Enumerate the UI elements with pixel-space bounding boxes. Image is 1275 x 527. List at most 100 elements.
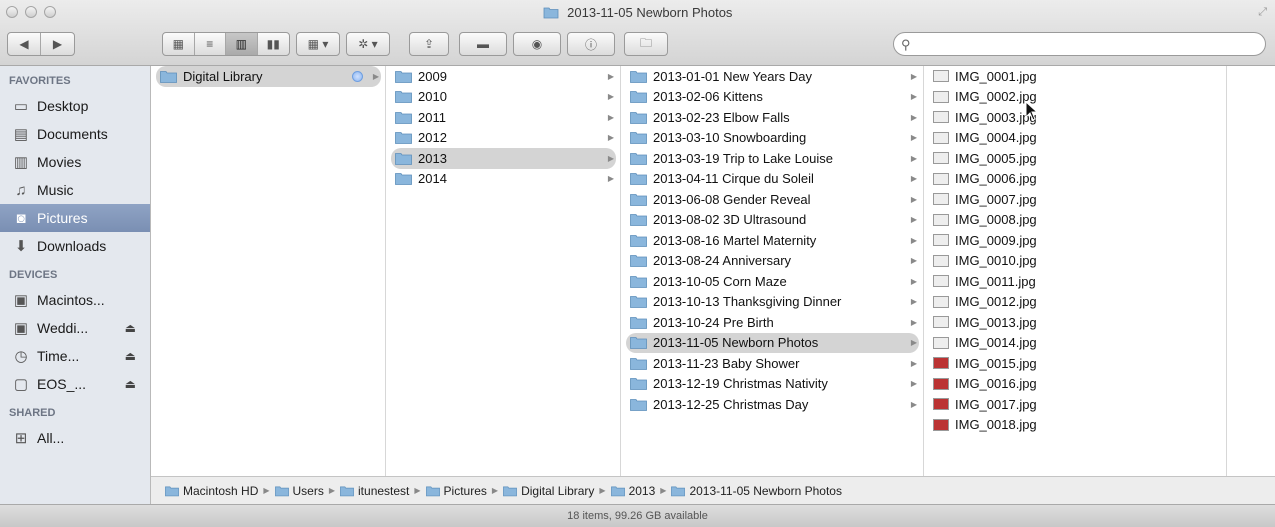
file-row[interactable]: IMG_0009.jpg [925, 230, 1226, 251]
folder-row[interactable]: 2009 ▶ [387, 66, 620, 87]
sidebar-item-eos[interactable]: ▢ EOS_... ⏏ [0, 370, 150, 398]
music-icon: ♫ [15, 181, 27, 199]
folder-row[interactable]: 2013-01-01 New Years Day ▶ [622, 66, 923, 87]
file-row[interactable]: IMG_0017.jpg [925, 394, 1226, 415]
sidebar-item-movies[interactable]: ▥ Movies [0, 148, 150, 176]
icon-view-icon[interactable]: ▦ [163, 33, 195, 55]
file-row[interactable]: IMG_0007.jpg [925, 189, 1226, 210]
share-button[interactable]: ⇪ [409, 32, 449, 56]
item-label: IMG_0012.jpg [955, 294, 1037, 310]
folder-row[interactable]: 2013-11-23 Baby Shower ▶ [622, 353, 923, 374]
sidebar-item-documents[interactable]: ▤ Documents [0, 120, 150, 148]
folder-row[interactable]: 2013-12-19 Christmas Nativity ▶ [622, 374, 923, 395]
arrange-button[interactable]: ▦ ▾ [296, 32, 340, 56]
info-button[interactable]: ⓘ [567, 32, 615, 56]
eject-icon[interactable]: ⏏ [125, 349, 136, 363]
folder-row[interactable]: 2013-06-08 Gender Reveal ▶ [622, 189, 923, 210]
sidebar-item-music[interactable]: ♫ Music [0, 176, 150, 204]
file-row[interactable]: IMG_0012.jpg [925, 292, 1226, 313]
search-input[interactable]: ⚲ [893, 32, 1266, 56]
back-arrow-icon[interactable]: ◀ [8, 33, 42, 55]
folder-row[interactable]: 2013 ▶ [391, 148, 616, 169]
new-folder-button[interactable]: 🗀 [624, 32, 668, 56]
item-label: 2013-11-23 Baby Shower [653, 355, 800, 371]
path-item[interactable]: 2013 [610, 484, 655, 498]
sidebar-item-downloads[interactable]: ⬇ Downloads [0, 232, 150, 260]
window-title-text: 2013-11-05 Newborn Photos [567, 5, 733, 20]
item-label: IMG_0009.jpg [955, 232, 1037, 248]
folder-row[interactable]: Digital Library ▶ [156, 66, 381, 87]
sidebar-item-shared-all[interactable]: ⊞ All... [0, 424, 150, 452]
folder-icon [395, 152, 412, 165]
movies-icon: ▥ [13, 154, 29, 171]
image-thumbnail-icon [933, 275, 949, 288]
action-button[interactable]: ✲ ▾ [346, 32, 390, 56]
disclosure-arrow-icon: ▶ [910, 92, 917, 102]
file-row[interactable]: IMG_0015.jpg [925, 353, 1226, 374]
item-label: 2013-03-19 Trip to Lake Louise [653, 150, 833, 166]
back-forward-control[interactable]: ◀ ▶ [7, 32, 75, 56]
window-title: 2013-11-05 Newborn Photos [0, 5, 1275, 20]
downloads-icon: ⬇ [14, 238, 28, 255]
sidebar-item-pictures[interactable]: ◙ Pictures [0, 204, 150, 232]
path-item[interactable]: 2013-11-05 Newborn Photos [671, 484, 842, 498]
eject-icon[interactable]: ⏏ [125, 321, 136, 335]
folder-row[interactable]: 2010 ▶ [387, 87, 620, 108]
file-row[interactable]: IMG_0013.jpg [925, 312, 1226, 333]
folder-row[interactable]: 2013-03-10 Snowboarding ▶ [622, 128, 923, 149]
file-row[interactable]: IMG_0016.jpg [925, 374, 1226, 395]
file-row[interactable]: IMG_0018.jpg [925, 415, 1226, 436]
folder-row[interactable]: 2013-08-24 Anniversary ▶ [622, 251, 923, 272]
path-item[interactable]: Users [274, 484, 324, 498]
path-item-label: itunestest [358, 483, 410, 498]
disclosure-arrow-icon: ▶ [607, 133, 614, 143]
file-row[interactable]: IMG_0008.jpg [925, 210, 1226, 231]
folder-row[interactable]: 2013-10-13 Thanksgiving Dinner ▶ [622, 292, 923, 313]
folder-row[interactable]: 2013-02-23 Elbow Falls ▶ [622, 107, 923, 128]
path-item[interactable]: Macintosh HD [165, 484, 258, 498]
file-row[interactable]: IMG_0001.jpg [925, 66, 1226, 87]
sidebar-item-label: All... [37, 430, 65, 446]
image-thumbnail-icon [933, 398, 949, 411]
folder-row[interactable]: 2013-12-25 Christmas Day ▶ [622, 394, 923, 415]
file-row[interactable]: IMG_0002.jpg [925, 87, 1226, 108]
coverflow-view-icon[interactable]: ▮▮ [258, 33, 289, 55]
folder-row[interactable]: 2013-11-05 Newborn Photos ▶ [626, 332, 919, 353]
folder-row[interactable]: 2014 ▶ [387, 169, 620, 190]
sidebar-item-wedding[interactable]: ▣ Weddi... ⏏ [0, 314, 150, 342]
eject-icon[interactable]: ⏏ [125, 377, 136, 391]
sidebar-item-label: Weddi... [37, 320, 89, 336]
file-row[interactable]: IMG_0010.jpg [925, 251, 1226, 272]
folder-row[interactable]: 2013-08-02 3D Ultrasound ▶ [622, 210, 923, 231]
folder-row[interactable]: 2013-10-05 Corn Maze ▶ [622, 271, 923, 292]
folder-icon [630, 316, 647, 329]
file-row[interactable]: IMG_0014.jpg [925, 333, 1226, 354]
fullscreen-icon[interactable]: ⤢ [1258, 6, 1267, 19]
path-item[interactable]: itunestest [340, 484, 409, 498]
file-row[interactable]: IMG_0003.jpg [925, 107, 1226, 128]
folder-icon [630, 70, 647, 83]
folder-row[interactable]: 2013-08-16 Martel Maternity ▶ [622, 230, 923, 251]
file-row[interactable]: IMG_0006.jpg [925, 169, 1226, 190]
path-item[interactable]: Digital Library [503, 484, 594, 498]
folder-row[interactable]: 2012 ▶ [387, 128, 620, 149]
folder-row[interactable]: 2013-02-06 Kittens ▶ [622, 87, 923, 108]
folder-row[interactable]: 2013-10-24 Pre Birth ▶ [622, 312, 923, 333]
file-row[interactable]: IMG_0004.jpg [925, 128, 1226, 149]
path-item[interactable]: Pictures [425, 484, 487, 498]
file-row[interactable]: IMG_0011.jpg [925, 271, 1226, 292]
list-view-icon[interactable]: ≡ [195, 33, 226, 55]
item-label: 2013-02-23 Elbow Falls [653, 109, 790, 125]
forward-arrow-icon[interactable]: ▶ [41, 33, 74, 55]
sidebar-item-time-machine[interactable]: ◷ Time... ⏏ [0, 342, 150, 370]
view-mode-control[interactable]: ▦ ≡ ▥ ▮▮ [162, 32, 290, 56]
folder-row[interactable]: 2013-03-19 Trip to Lake Louise ▶ [622, 148, 923, 169]
quicklook-button[interactable]: ◉ [513, 32, 561, 56]
folder-row[interactable]: 2011 ▶ [387, 107, 620, 128]
sidebar-item-macintosh[interactable]: ▣ Macintos... [0, 286, 150, 314]
folder-row[interactable]: 2013-04-11 Cirque du Soleil ▶ [622, 169, 923, 190]
file-row[interactable]: IMG_0005.jpg [925, 148, 1226, 169]
sidebar-item-desktop[interactable]: ▭ Desktop [0, 92, 150, 120]
tags-button[interactable]: ▬ [459, 32, 507, 56]
column-view-icon[interactable]: ▥ [226, 33, 258, 55]
